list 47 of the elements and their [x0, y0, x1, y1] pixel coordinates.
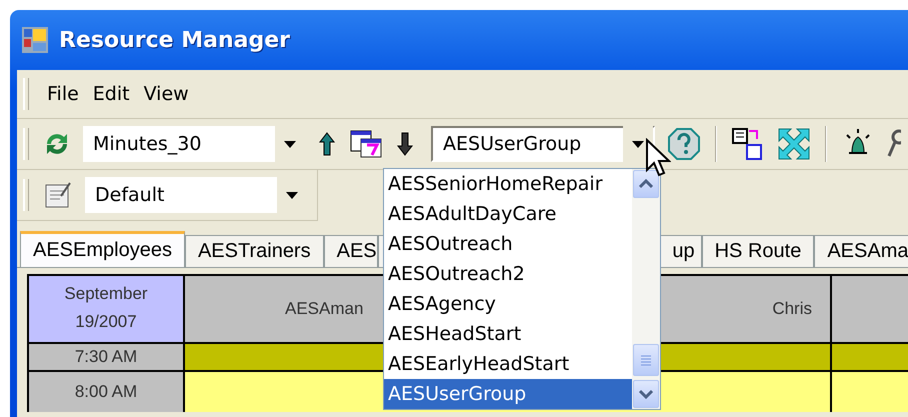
list-item[interactable]: AESEarlyHeadStart — [384, 349, 632, 379]
scroll-down-button[interactable] — [633, 380, 659, 408]
up-arrow-icon[interactable] — [317, 131, 337, 157]
dropdown-arrow-icon[interactable] — [282, 138, 298, 150]
date-label: September — [64, 283, 148, 305]
tab[interactable]: AES — [324, 235, 378, 267]
column-header: Chris — [772, 299, 812, 319]
time-label: 8:00 AM — [29, 372, 183, 412]
list-item[interactable]: AESOutreach — [384, 229, 632, 259]
interval-dropdown[interactable]: Minutes_30 — [83, 126, 305, 162]
down-arrow-icon[interactable] — [395, 131, 415, 157]
document-transfer-icon[interactable] — [731, 127, 765, 161]
menu-item[interactable]: View — [144, 81, 189, 107]
dropdown-arrow-icon[interactable] — [284, 189, 300, 201]
scrollbar[interactable] — [632, 169, 660, 409]
view-dropdown[interactable]: Default — [85, 177, 307, 213]
chevron-down-icon — [639, 389, 653, 399]
time-label: 7:30 AM — [29, 344, 183, 370]
toolbar-grip[interactable] — [23, 128, 29, 160]
group-dropdown[interactable]: AESUserGroup — [431, 126, 655, 162]
list-item[interactable]: AESUserGroup — [384, 379, 632, 409]
help-icon[interactable] — [667, 127, 701, 161]
window-title: Resource Manager — [59, 28, 290, 52]
date-label: 19/2007 — [75, 311, 137, 333]
list-item[interactable]: AESHeadStart — [384, 319, 632, 349]
toolbar-grip[interactable] — [23, 179, 29, 211]
tab[interactable]: AESEmployees — [20, 231, 185, 267]
menu-item[interactable]: Edit — [92, 81, 130, 107]
app-icon — [21, 26, 49, 54]
grip-lines-icon — [640, 354, 652, 366]
column-header: AESAman — [285, 299, 364, 319]
dropdown-arrow-icon[interactable] — [630, 138, 646, 150]
notepad-icon[interactable] — [43, 180, 73, 210]
tab[interactable]: AESTrainers — [184, 235, 324, 267]
toolbar-grip[interactable] — [23, 78, 29, 110]
list-item[interactable]: AESAdultDayCare — [384, 199, 632, 229]
list-item[interactable]: AESOutreach2 — [384, 259, 632, 289]
tab[interactable]: AESAma — [814, 235, 908, 267]
expand-arrows-icon[interactable] — [777, 127, 811, 161]
scroll-up-button[interactable] — [633, 170, 659, 198]
chevron-up-icon — [639, 179, 653, 189]
scroll-thumb[interactable] — [633, 344, 659, 376]
menu-item[interactable]: File — [47, 81, 79, 107]
tab[interactable]: HS Route — [702, 235, 814, 267]
list-item[interactable]: AESSeniorHomeRepair — [384, 169, 632, 199]
list-item[interactable]: AESAgency — [384, 289, 632, 319]
calendar-icon[interactable] — [349, 129, 383, 159]
